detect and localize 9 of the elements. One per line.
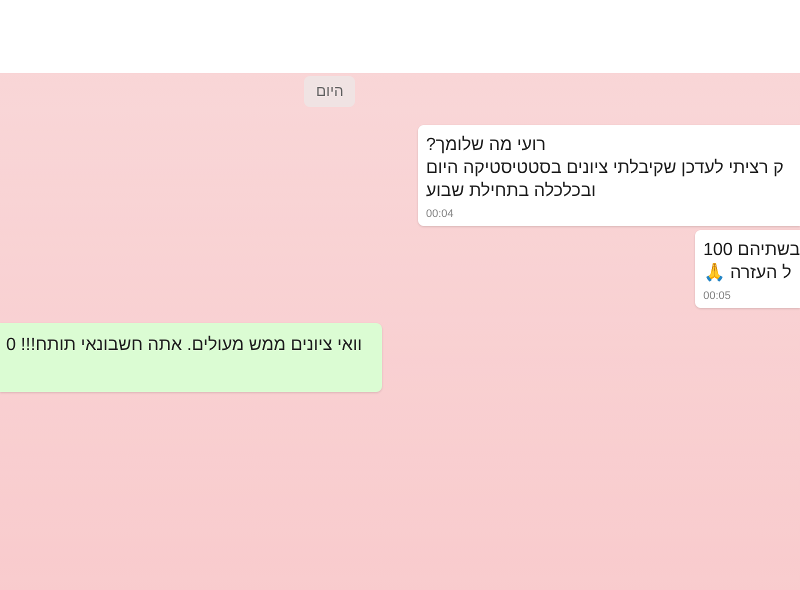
message-text: ובכלכלה בתחילת שבוע [426,179,596,202]
message-text: וואי ציונים ממש מעולים. אתה חשבונאי תותח!!! 0 [6,333,362,356]
message-time: 00:05 [703,290,731,302]
date-chip: היום [304,76,356,107]
message-text: ל העזרה 🙏 [703,261,792,284]
message-time: 00:04 [426,208,454,220]
message-text: ק רציתי לעדכן שקיבלתי ציונים בסטטיסטיקה היום [426,156,784,179]
message-text: בשתיהם 100 [703,238,800,261]
message-text: רועי מה שלומך? [426,133,546,156]
